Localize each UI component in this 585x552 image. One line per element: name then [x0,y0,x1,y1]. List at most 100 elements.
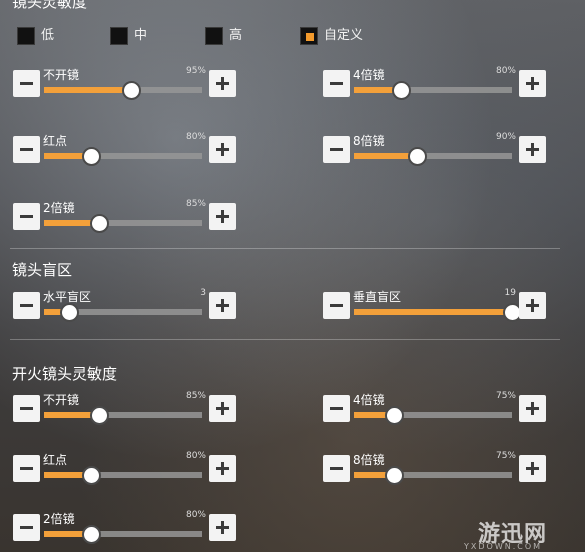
decrease-button[interactable] [13,455,40,482]
decrease-button[interactable] [13,70,40,97]
decrease-button[interactable] [13,136,40,163]
minus-icon [20,148,33,151]
preset-custom-label: 自定义 [324,28,364,43]
decrease-button[interactable] [13,514,40,541]
slider-handle[interactable] [82,147,102,166]
slider-handle[interactable] [90,406,110,425]
increase-button[interactable] [209,136,236,163]
decrease-button[interactable] [323,136,350,163]
divider [10,339,560,340]
slider-row-fire-4x: 4倍镜 75% [323,391,548,425]
slider-row-fire-2x: 2倍镜 80% [13,510,238,544]
slider-value: 95% [185,66,206,76]
increase-button[interactable] [209,70,236,97]
slider-handle[interactable] [60,303,80,322]
preset-low-checkbox[interactable] [17,27,35,45]
slider-handle[interactable] [384,406,404,425]
section-title-fire-sensitivity: 开火镜头灵敏度 [12,365,118,383]
preset-custom-checkbox[interactable] [300,27,318,45]
slider-track[interactable] [354,466,512,485]
preset-medium-label: 中 [134,28,148,43]
preset-low-label: 低 [41,28,55,43]
slider-row-camera-red-dot: 红点 80% [13,132,238,166]
slider-track[interactable] [354,147,512,166]
slider-handle[interactable] [408,147,428,166]
slider-track[interactable] [44,81,202,100]
slider-track[interactable] [44,406,202,425]
preset-high-checkbox[interactable] [205,27,223,45]
slider-handle[interactable] [121,81,141,100]
increase-button[interactable] [519,292,546,319]
slider-handle[interactable] [384,466,404,485]
divider [10,248,560,249]
slider-value: 80% [495,66,516,76]
minus-icon [330,82,343,85]
slider-label: 8倍镜 [353,453,385,467]
slider-fill [44,87,131,93]
increase-button[interactable] [209,395,236,422]
section-title-deadzone: 镜头盲区 [12,261,73,279]
slider-track[interactable] [44,147,202,166]
minus-icon [20,304,33,307]
increase-button[interactable] [519,136,546,163]
increase-button[interactable] [209,292,236,319]
increase-button[interactable] [209,514,236,541]
decrease-button[interactable] [323,455,350,482]
slider-row-vertical-deadzone: 垂直盲区 19 [323,288,548,322]
slider-track[interactable] [44,303,202,322]
decrease-button[interactable] [13,292,40,319]
slider-handle[interactable] [82,466,102,485]
slider-label: 2倍镜 [43,512,75,526]
decrease-button[interactable] [323,292,350,319]
preset-high-label: 高 [229,28,243,43]
decrease-button[interactable] [13,395,40,422]
minus-icon [20,215,33,218]
slider-label: 2倍镜 [43,201,75,215]
slider-label: 不开镜 [43,393,80,407]
slider-label: 4倍镜 [353,68,385,82]
slider-label: 红点 [43,453,68,467]
slider-value: 80% [185,510,206,520]
slider-row-camera-8x: 8倍镜 90% [323,132,548,166]
slider-row-camera-2x: 2倍镜 85% [13,199,238,233]
slider-track[interactable] [354,303,522,322]
slider-value: 80% [185,451,206,461]
slider-value: 85% [185,199,206,209]
decrease-button[interactable] [323,395,350,422]
decrease-button[interactable] [323,70,350,97]
minus-icon [20,526,33,529]
slider-row-horizontal-deadzone: 水平盲区 3 [13,288,238,322]
slider-row-fire-8x: 8倍镜 75% [323,451,548,485]
preset-medium-checkbox[interactable] [110,27,128,45]
slider-label: 红点 [43,134,68,148]
minus-icon [20,407,33,410]
slider-value: 75% [495,451,516,461]
decrease-button[interactable] [13,203,40,230]
slider-handle[interactable] [82,525,102,544]
slider-label: 4倍镜 [353,393,385,407]
slider-label: 8倍镜 [353,134,385,148]
slider-value: 90% [495,132,516,142]
slider-track[interactable] [44,466,202,485]
slider-track[interactable] [44,214,202,233]
increase-button[interactable] [519,395,546,422]
settings-panel: 镜头灵敏度 低 中 高 自定义 不开镜 95% 4倍镜 80% 红点 80% 8… [0,0,585,552]
slider-track[interactable] [354,406,512,425]
minus-icon [330,148,343,151]
minus-icon [330,304,343,307]
increase-button[interactable] [519,455,546,482]
increase-button[interactable] [519,70,546,97]
slider-row-fire-no-scope: 不开镜 85% [13,391,238,425]
slider-fill [354,309,512,315]
slider-value: 85% [185,391,206,401]
slider-handle[interactable] [90,214,110,233]
section-title-camera-sensitivity: 镜头灵敏度 [12,0,88,11]
watermark-sub: YXDOWN.COM [464,542,543,551]
minus-icon [20,82,33,85]
slider-value: 75% [495,391,516,401]
slider-handle[interactable] [392,81,412,100]
slider-track[interactable] [354,81,512,100]
increase-button[interactable] [209,203,236,230]
increase-button[interactable] [209,455,236,482]
slider-track[interactable] [44,525,202,544]
